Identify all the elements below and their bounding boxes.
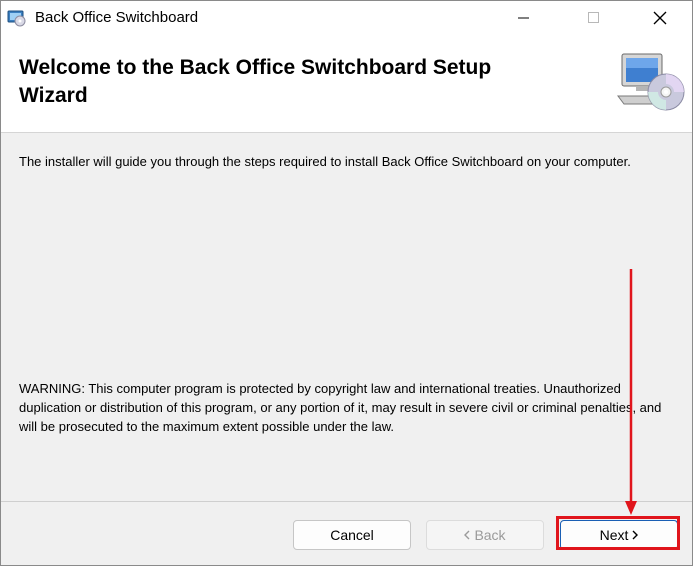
minimize-icon [518, 17, 529, 18]
app-icon [7, 9, 27, 27]
minimize-button[interactable] [501, 1, 547, 34]
close-icon [653, 11, 667, 24]
annotation-arrow-icon [621, 269, 641, 519]
copyright-warning: WARNING: This computer program is protec… [19, 381, 662, 434]
next-button[interactable]: Next [560, 520, 678, 550]
cancel-label: Cancel [330, 527, 374, 543]
next-label: Next [599, 527, 629, 543]
cancel-button[interactable]: Cancel [293, 520, 411, 550]
footer-divider [1, 501, 692, 502]
computer-cd-icon [616, 52, 686, 114]
back-label: Back [474, 527, 506, 543]
wizard-header: Welcome to the Back Office Switchboard S… [1, 34, 692, 133]
chevron-left-icon [464, 527, 471, 543]
back-button[interactable]: Back [426, 520, 544, 550]
chevron-right-icon [631, 527, 639, 543]
close-button[interactable] [637, 1, 683, 34]
title-bar: Back Office Switchboard [1, 1, 692, 34]
wizard-title: Welcome to the Back Office Switchboard S… [19, 56, 492, 107]
maximize-icon [588, 11, 599, 23]
installer-window: Back Office Switchboard Welcome to the B… [0, 0, 693, 566]
intro-text: The installer will guide you through the… [19, 154, 631, 169]
window-title: Back Office Switchboard [35, 9, 199, 26]
maximize-button[interactable] [571, 1, 617, 34]
